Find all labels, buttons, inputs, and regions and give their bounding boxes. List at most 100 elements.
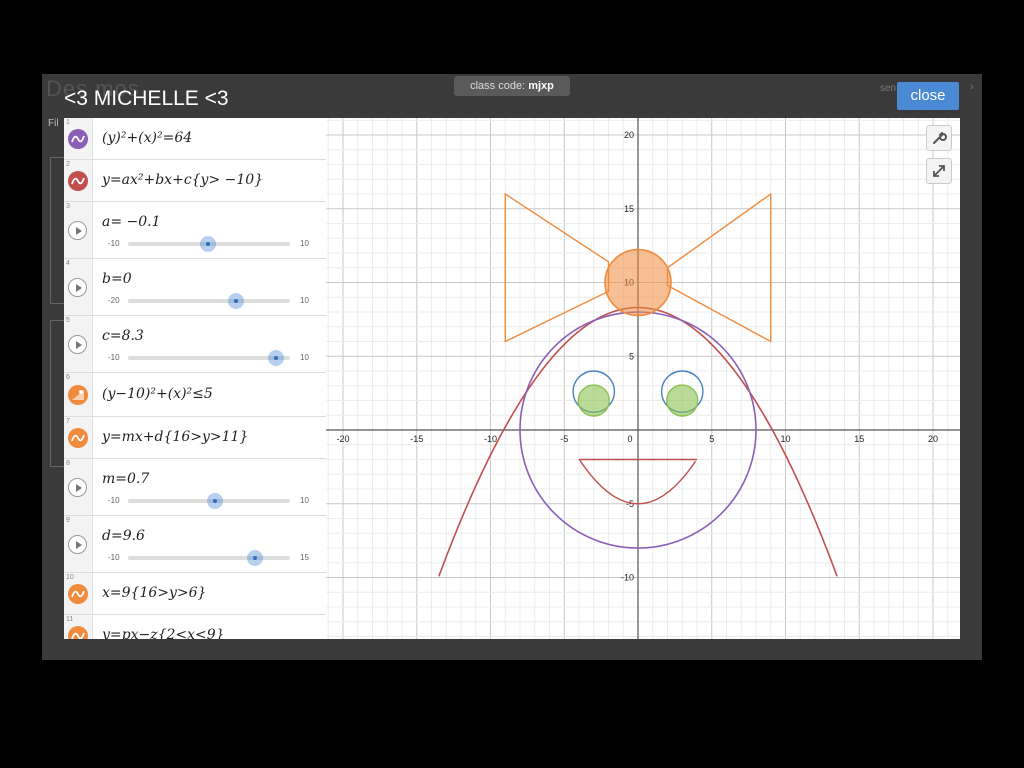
- graph-paper[interactable]: -20-15-10-5051015202015105-5-10: [326, 118, 960, 639]
- expression-row[interactable]: 7 y=mx+d{16>y>11}: [64, 417, 326, 459]
- eye-pupil: [666, 384, 699, 417]
- slider-track[interactable]: [128, 550, 290, 566]
- expression-gutter: 11: [64, 615, 93, 639]
- expression-row[interactable]: 4 b=0 -20 10: [64, 259, 326, 316]
- expression-gutter: 5: [64, 316, 93, 372]
- chevron-right-icon: ›: [970, 81, 974, 93]
- x-tick-label: 0: [627, 434, 632, 444]
- x-tick-label: 5: [709, 434, 714, 444]
- slider-thumb[interactable]: [247, 550, 263, 566]
- expression-math[interactable]: b=0: [102, 271, 132, 287]
- expression-number: 10: [66, 574, 74, 581]
- expression-gutter: 6: [64, 373, 93, 416]
- y-tick-label: 5: [629, 351, 634, 361]
- expression-number: 7: [66, 418, 70, 425]
- expression-math[interactable]: y=ax²+bx+c{y> −10}: [102, 172, 263, 188]
- expression-math[interactable]: (y−10)²+(x)²≤5: [102, 386, 213, 402]
- expression-row[interactable]: 10 x=9{16>y>6}: [64, 573, 326, 615]
- class-code-badge: class code: mjxp: [454, 76, 570, 96]
- slider-track[interactable]: [128, 236, 290, 252]
- wrench-icon[interactable]: [926, 125, 952, 151]
- expression-gutter: 2: [64, 160, 93, 201]
- play-icon[interactable]: [68, 221, 87, 240]
- play-icon[interactable]: [68, 478, 87, 497]
- slider-track[interactable]: [128, 493, 290, 509]
- mouth-curve: [578, 458, 697, 505]
- expression-math[interactable]: y=mx+d{16>y>11}: [102, 429, 248, 445]
- graph-title: <3 MICHELLE <3: [64, 87, 229, 110]
- expression-number: 6: [66, 374, 70, 381]
- expression-row[interactable]: 9 d=9.6 -10 15: [64, 516, 326, 573]
- x-tick-label: 15: [854, 434, 864, 444]
- slider-min[interactable]: -20: [108, 296, 120, 305]
- expression-row[interactable]: 3 a= −0.1 -10 10: [64, 202, 326, 259]
- play-icon[interactable]: [68, 278, 87, 297]
- play-icon[interactable]: [68, 335, 87, 354]
- slider-min[interactable]: -10: [108, 496, 120, 505]
- send-link: sen: [880, 83, 897, 94]
- slider-max[interactable]: 15: [300, 553, 309, 562]
- expression-gutter: 7: [64, 417, 93, 458]
- filter-label: Fil: [48, 118, 59, 129]
- expression-row[interactable]: 5 c=8.3 -10 10: [64, 316, 326, 373]
- expression-math[interactable]: y=px−z{2<x<9}: [102, 627, 225, 639]
- fullscreen-icon[interactable]: [926, 158, 952, 184]
- slider-min[interactable]: -10: [108, 353, 120, 362]
- orange-region-icon[interactable]: [68, 385, 88, 405]
- graph-canvas[interactable]: -20-15-10-5051015202015105-5-10: [326, 118, 960, 639]
- expression-math[interactable]: m=0.7: [102, 471, 149, 487]
- expression-row[interactable]: 8 m=0.7 -10 10: [64, 459, 326, 516]
- expression-number: 1: [66, 119, 70, 126]
- x-tick-label: -15: [410, 434, 423, 444]
- expression-math[interactable]: d=9.6: [102, 528, 145, 544]
- slider-max[interactable]: 10: [300, 239, 309, 248]
- slider-max[interactable]: 10: [300, 353, 309, 362]
- expression-number: 8: [66, 460, 70, 467]
- orange-wave-icon[interactable]: [68, 428, 88, 448]
- play-icon[interactable]: [68, 535, 87, 554]
- expression-math[interactable]: a= −0.1: [102, 214, 161, 230]
- expression-math[interactable]: c=8.3: [102, 328, 144, 344]
- expression-row[interactable]: 6 (y−10)²+(x)²≤5: [64, 373, 326, 417]
- expression-gutter: 1: [64, 118, 93, 159]
- x-tick-label: -5: [560, 434, 568, 444]
- slider-track[interactable]: [128, 350, 290, 366]
- expression-number: 11: [66, 616, 74, 623]
- slider-thumb[interactable]: [200, 236, 217, 252]
- orange-wave-icon[interactable]: [68, 584, 88, 604]
- expression-number: 3: [66, 203, 70, 210]
- expression-gutter: 8: [64, 459, 93, 515]
- slider-thumb[interactable]: [228, 293, 244, 309]
- slider-max[interactable]: 10: [300, 296, 309, 305]
- expression-row[interactable]: 11 y=px−z{2<x<9}: [64, 615, 326, 639]
- y-tick-label: 15: [624, 204, 634, 214]
- orange-wave-icon[interactable]: [68, 626, 88, 639]
- expression-number: 9: [66, 517, 70, 524]
- expression-row[interactable]: 1 (y)²+(x)²=64: [64, 118, 326, 160]
- expression-number: 5: [66, 317, 70, 324]
- x-tick-label: 10: [780, 434, 790, 444]
- slider-track[interactable]: [128, 293, 290, 309]
- purple-wave-icon[interactable]: [68, 129, 88, 149]
- x-tick-label: -20: [336, 434, 349, 444]
- eye-pupil: [577, 384, 610, 417]
- x-tick-label: 20: [928, 434, 938, 444]
- expression-gutter: 4: [64, 259, 93, 315]
- slider-min[interactable]: -10: [108, 553, 120, 562]
- bow-knot: [604, 248, 672, 317]
- expression-math[interactable]: x=9{16>y>6}: [102, 585, 206, 601]
- slider-max[interactable]: 10: [300, 496, 309, 505]
- slider-thumb[interactable]: [206, 493, 223, 509]
- close-button[interactable]: close: [897, 82, 959, 110]
- y-tick-label: 20: [624, 130, 634, 140]
- expression-row[interactable]: 2 y=ax²+bx+c{y> −10}: [64, 160, 326, 202]
- slider-min[interactable]: -10: [108, 239, 120, 248]
- class-code-value: mjxp: [528, 80, 554, 92]
- slider-thumb[interactable]: [268, 350, 285, 366]
- expression-math[interactable]: (y)²+(x)²=64: [102, 130, 192, 146]
- expression-number: 4: [66, 260, 70, 267]
- red-wave-icon[interactable]: [68, 171, 88, 191]
- y-tick-label: -10: [621, 573, 634, 583]
- expression-gutter: 9: [64, 516, 93, 572]
- expression-number: 2: [66, 161, 70, 168]
